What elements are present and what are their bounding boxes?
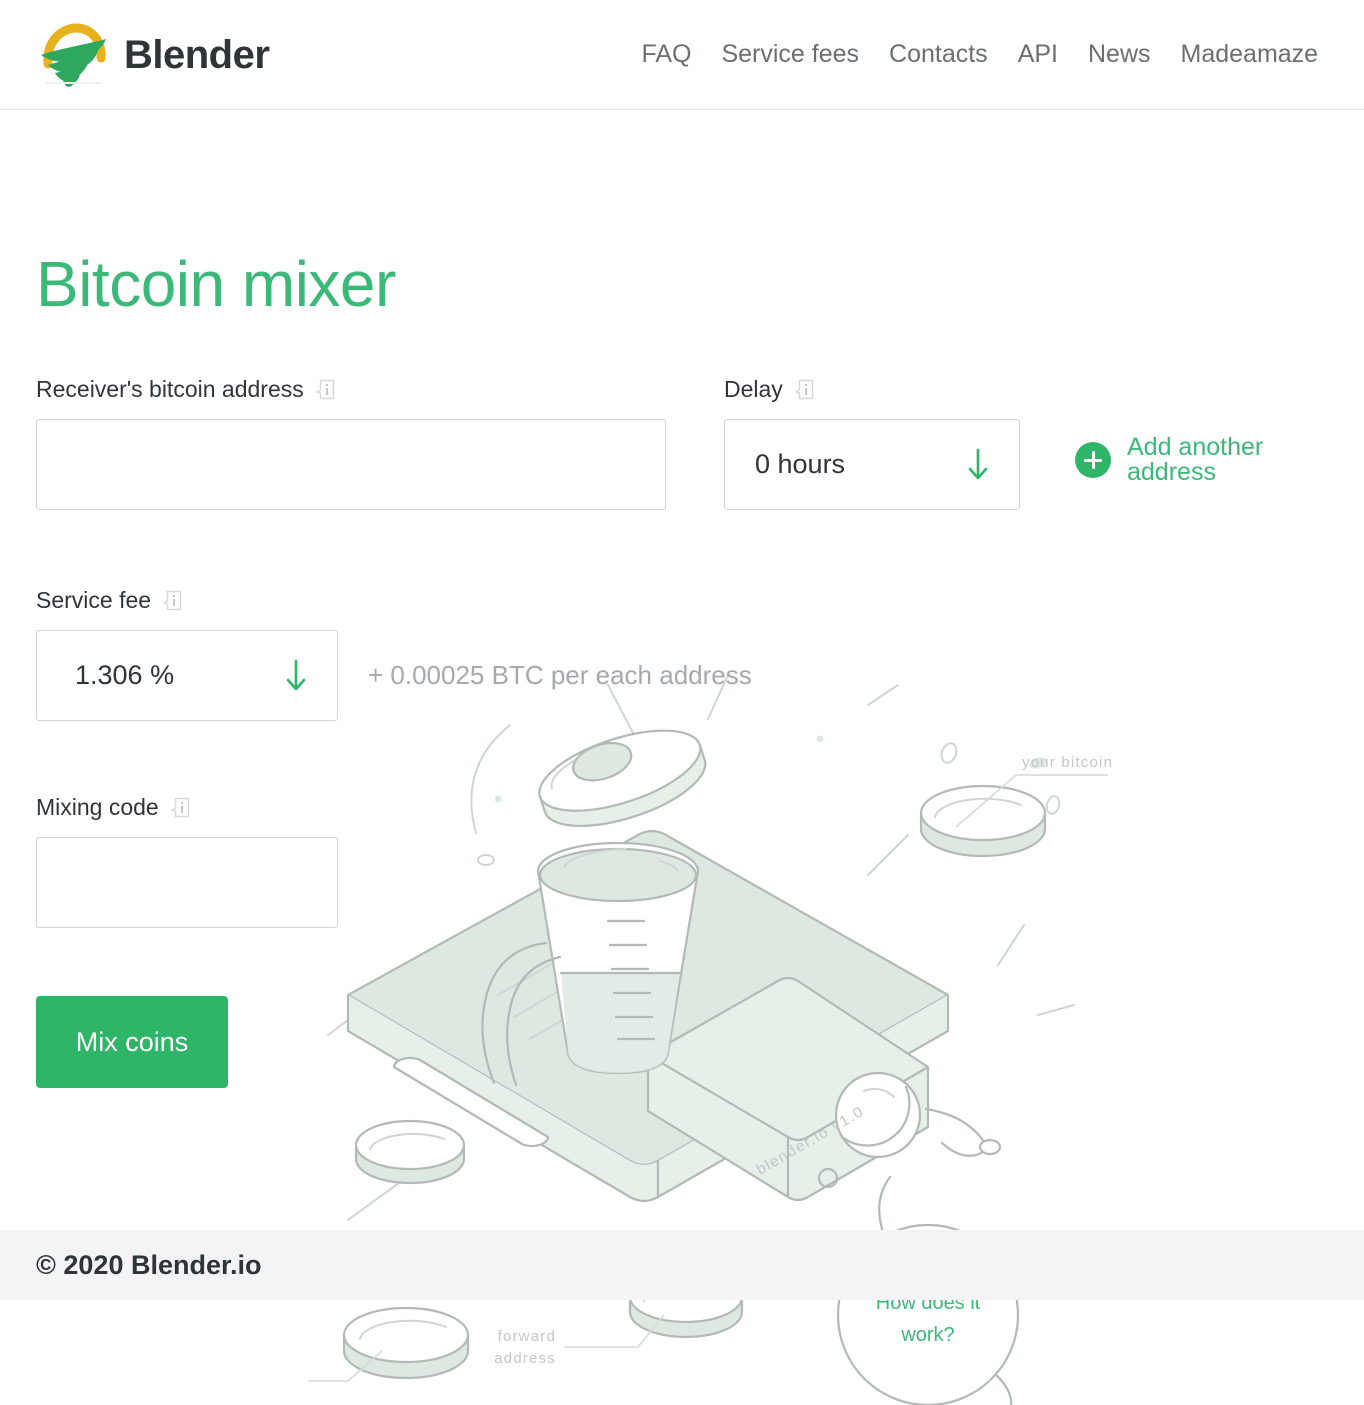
coin-bottom-left: [342, 1306, 470, 1380]
info-tooltip-icon[interactable]: [168, 797, 190, 818]
nav-service-fees[interactable]: Service fees: [721, 42, 859, 67]
annotation-forward-address-2: forward address: [494, 1314, 665, 1367]
service-fee-note: + 0.00025 BTC per each address: [368, 660, 752, 690]
coin-output-tray: [354, 1119, 466, 1185]
mixer-form: Receiver's bitcoin address Delay 0 hours…: [36, 378, 1328, 1088]
svg-text:forward: forward: [498, 1328, 556, 1345]
svg-text:address: address: [494, 1350, 556, 1367]
mixing-code-label: Mixing code: [36, 794, 159, 820]
receiver-address-label: Receiver's bitcoin address: [36, 376, 304, 402]
brand-logo-link[interactable]: Blender: [36, 22, 270, 88]
service-fee-select[interactable]: 1.306 %: [36, 630, 338, 721]
info-tooltip-icon[interactable]: [160, 590, 182, 611]
receiver-address-input[interactable]: [36, 419, 666, 510]
service-fee-row: 1.306 % + 0.00025 BTC per each address: [36, 630, 1328, 721]
device-brand-text: blender.io v1.0: [754, 1103, 868, 1179]
delay-select[interactable]: 0 hours: [724, 419, 1020, 510]
nav-contacts[interactable]: Contacts: [889, 42, 988, 67]
receiver-address-label-wrap: Receiver's bitcoin address: [36, 378, 666, 401]
service-fee-selected-value: 1.306 %: [75, 660, 175, 690]
delay-group: Delay 0 hours: [724, 378, 1020, 510]
annotation-forward-address-1: forward address: [308, 1350, 383, 1382]
main-nav: FAQ Service fees Contacts API News Madea…: [641, 42, 1318, 67]
add-another-address-label: Add another address: [1127, 433, 1264, 486]
brand-name: Blender: [124, 32, 270, 77]
plus-circle-icon: [1075, 442, 1111, 478]
add-another-address-button[interactable]: Add another address: [1075, 435, 1328, 485]
mixing-code-input[interactable]: [36, 837, 338, 928]
nav-api[interactable]: API: [1018, 42, 1058, 67]
copyright-text: © 2020 Blender.io: [36, 1249, 262, 1280]
service-fee-label-wrap: Service fee: [36, 589, 1328, 612]
nav-faq[interactable]: FAQ: [641, 42, 691, 67]
delay-selected-value: 0 hours: [755, 449, 846, 479]
delay-label-wrap: Delay: [724, 378, 1020, 401]
form-row-primary: Receiver's bitcoin address Delay 0 hours…: [36, 378, 1328, 510]
receiver-address-group: Receiver's bitcoin address: [36, 378, 666, 510]
nav-news[interactable]: News: [1088, 42, 1151, 67]
service-fee-label: Service fee: [36, 587, 152, 613]
mixing-code-group: Mixing code: [36, 796, 1328, 928]
page-title: Bitcoin mixer: [36, 248, 396, 320]
bubble-line-2: work?: [900, 1324, 954, 1346]
service-fee-group: Service fee 1.306 % + 0.00025 BTC per ea…: [36, 589, 1328, 721]
main-content: .st { fill: none; stroke: #b3b8b8; strok…: [0, 110, 1364, 1405]
info-tooltip-icon[interactable]: [792, 379, 814, 400]
arrow-down-icon: [968, 448, 988, 479]
arrow-down-icon: [286, 659, 306, 690]
site-footer: © 2020 Blender.io: [0, 1230, 1364, 1300]
info-tooltip-icon[interactable]: [313, 379, 335, 400]
nav-madeamaze[interactable]: Madeamaze: [1181, 42, 1319, 67]
delay-label: Delay: [724, 376, 783, 402]
mix-coins-button[interactable]: Mix coins: [36, 996, 228, 1088]
blender-swirl-logo-icon: [41, 22, 106, 87]
site-header: Blender FAQ Service fees Contacts API Ne…: [0, 0, 1364, 110]
mixing-code-label-wrap: Mixing code: [36, 796, 1328, 819]
